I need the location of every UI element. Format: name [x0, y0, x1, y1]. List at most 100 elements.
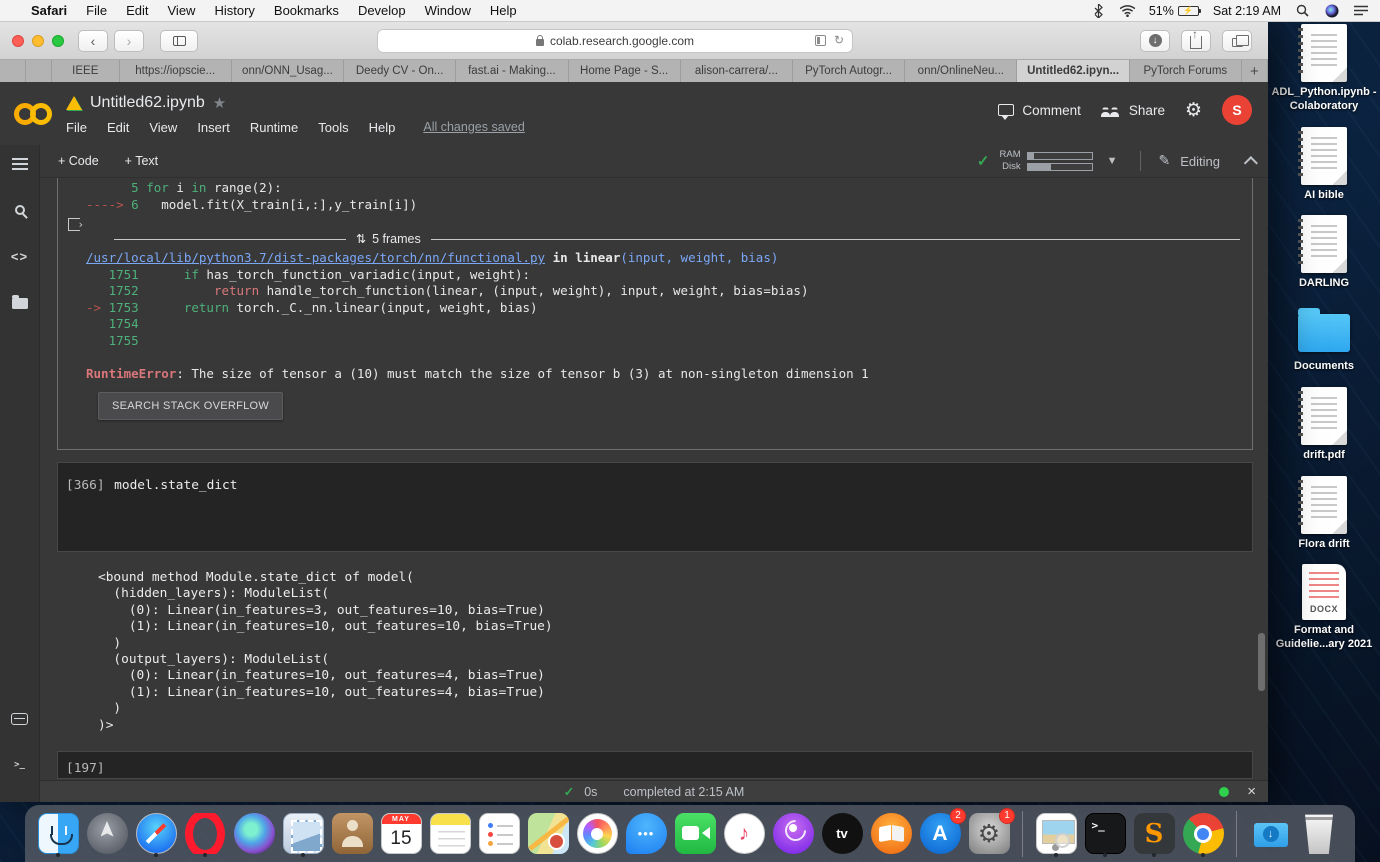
dock-facetime[interactable] [674, 812, 716, 856]
table-of-contents-icon[interactable] [11, 155, 29, 173]
command-palette-icon[interactable] [11, 710, 29, 728]
tab-alison-carrera[interactable]: alison-carrera/... [681, 60, 793, 82]
zoom-window-button[interactable] [52, 35, 64, 47]
dock-chrome[interactable] [1182, 812, 1224, 856]
search-stack-overflow-button[interactable]: SEARCH STACK OVERFLOW [98, 392, 283, 420]
dock-notes[interactable] [429, 812, 471, 856]
add-code-button[interactable]: + Code [58, 154, 99, 168]
share-button[interactable] [1181, 30, 1211, 52]
dock-launchpad[interactable] [86, 812, 128, 856]
menu-file[interactable]: File [86, 3, 107, 18]
code-snippets-icon[interactable]: <> [11, 247, 29, 265]
dock-downloads[interactable] [1249, 812, 1291, 856]
spotlight-icon[interactable] [1295, 3, 1310, 18]
desktop-file-ai-bible[interactable]: AI bible [1270, 127, 1378, 203]
notification-center-icon[interactable] [1353, 3, 1368, 18]
desktop-file-drift-pdf[interactable]: drift.pdf [1270, 387, 1378, 463]
dock-terminal[interactable]: >_ [1084, 812, 1126, 856]
dock-maps[interactable] [527, 812, 569, 856]
close-status-bar-icon[interactable]: × [1247, 784, 1256, 799]
cell-code[interactable]: model.state_dict [114, 478, 237, 493]
tab-iopscience[interactable]: https://iopscie... [120, 60, 232, 82]
close-window-button[interactable] [12, 35, 24, 47]
menu-window[interactable]: Window [425, 3, 471, 18]
resources-dropdown-icon[interactable]: ▼ [1107, 155, 1118, 167]
collapse-header-icon[interactable] [1244, 156, 1258, 170]
dock-siri[interactable] [233, 812, 275, 856]
tab-online-neural[interactable]: onn/OnlineNeu... [905, 60, 1017, 82]
colab-menu-insert[interactable]: Insert [197, 120, 230, 135]
reader-icon[interactable] [815, 35, 826, 46]
forward-button[interactable]: › [114, 30, 144, 52]
tab-onn-usage[interactable]: onn/ONN_Usag... [232, 60, 344, 82]
editing-mode-label[interactable]: Editing [1180, 154, 1220, 169]
colab-menu-help[interactable]: Help [369, 120, 396, 135]
tab-pytorch-forums[interactable]: PyTorch Forums [1130, 60, 1242, 82]
menu-help[interactable]: Help [490, 3, 517, 18]
menu-bookmarks[interactable]: Bookmarks [274, 3, 339, 18]
notebook-scrollbar[interactable] [1258, 633, 1265, 691]
menubar-clock[interactable]: Sat 2:19 AM [1213, 4, 1281, 18]
dock-photos[interactable] [576, 812, 618, 856]
tab-pytorch-autograd[interactable]: PyTorch Autogr... [793, 60, 905, 82]
expand-frames-icon[interactable]: ⇅ [356, 232, 366, 246]
terminal-icon[interactable]: >_ [11, 756, 29, 774]
address-bar[interactable]: colab.research.google.com ↻ [377, 29, 853, 53]
colab-menu-file[interactable]: File [66, 120, 87, 135]
dock-calendar[interactable]: MAY15 [380, 812, 422, 856]
traceback-file-link[interactable]: /usr/local/lib/python3.7/dist-packages/t… [86, 250, 545, 265]
add-text-button[interactable]: + Text [125, 154, 158, 168]
menu-view[interactable]: View [168, 3, 196, 18]
code-cell-366[interactable]: [366] model.state_dict [57, 462, 1253, 552]
menu-history[interactable]: History [214, 3, 254, 18]
siri-menubar-icon[interactable] [1324, 3, 1339, 18]
resource-monitor[interactable]: RAMDisk [1000, 149, 1093, 173]
tab-ieee[interactable]: IEEE [52, 60, 120, 82]
menu-develop[interactable]: Develop [358, 3, 406, 18]
tab-deedy-cv[interactable]: Deedy CV - On... [344, 60, 456, 82]
desktop-file-darling[interactable]: DARLING [1270, 215, 1378, 291]
dock-preview[interactable] [1035, 812, 1077, 856]
dock-finder[interactable] [37, 812, 79, 856]
star-icon[interactable]: ★ [213, 94, 226, 112]
desktop-folder-documents[interactable]: Documents [1270, 304, 1378, 374]
dock-opera[interactable] [184, 812, 226, 856]
dock-apple-tv[interactable]: tv [821, 812, 863, 856]
dock-mail[interactable] [282, 812, 324, 856]
code-cell-197[interactable]: [197] [57, 751, 1253, 779]
downloads-button[interactable]: ↓ [1140, 30, 1170, 52]
tab-fastai[interactable]: fast.ai - Making... [456, 60, 568, 82]
colab-menu-runtime[interactable]: Runtime [250, 120, 298, 135]
dock-books[interactable] [870, 812, 912, 856]
dock-app-store[interactable]: 2A [919, 812, 961, 856]
save-status[interactable]: All changes saved [423, 120, 524, 134]
desktop-file-adl-python[interactable]: ADL_Python.ipynb - Colaboratory [1270, 24, 1378, 114]
tab-home-page[interactable]: Home Page - S... [569, 60, 681, 82]
comment-button[interactable]: Comment [998, 103, 1081, 118]
tab-overview-button[interactable] [1222, 30, 1252, 52]
menu-edit[interactable]: Edit [126, 3, 148, 18]
tab-untitled62-active[interactable]: Untitled62.ipyn... [1017, 60, 1129, 82]
dock-itunes[interactable]: ♪ [723, 812, 765, 856]
desktop-file-flora-drift[interactable]: Flora drift [1270, 476, 1378, 552]
dock-safari[interactable] [135, 812, 177, 856]
wifi-icon[interactable] [1120, 3, 1135, 18]
settings-gear-icon[interactable]: ⚙ [1185, 99, 1202, 121]
menu-safari[interactable]: Safari [31, 3, 67, 18]
new-tab-button[interactable]: + [1242, 60, 1268, 82]
account-avatar[interactable]: S [1222, 95, 1252, 125]
dock-trash[interactable] [1298, 812, 1340, 856]
colab-menu-view[interactable]: View [149, 120, 177, 135]
dock-reminders[interactable] [478, 812, 520, 856]
battery-indicator[interactable]: 51% ⚡ [1149, 4, 1199, 18]
dock-podcasts[interactable] [772, 812, 814, 856]
files-icon[interactable] [11, 293, 29, 311]
colab-menu-edit[interactable]: Edit [107, 120, 129, 135]
desktop-file-format-guidelines[interactable]: DOCX Format and Guidelie...ary 2021 [1270, 564, 1378, 652]
colab-logo[interactable] [12, 92, 56, 136]
dock-contacts[interactable] [331, 812, 373, 856]
colab-menu-tools[interactable]: Tools [318, 120, 348, 135]
tab-stub[interactable] [0, 60, 26, 82]
reload-icon[interactable]: ↻ [834, 33, 844, 47]
frames-count-label[interactable]: 5 frames [372, 232, 421, 246]
